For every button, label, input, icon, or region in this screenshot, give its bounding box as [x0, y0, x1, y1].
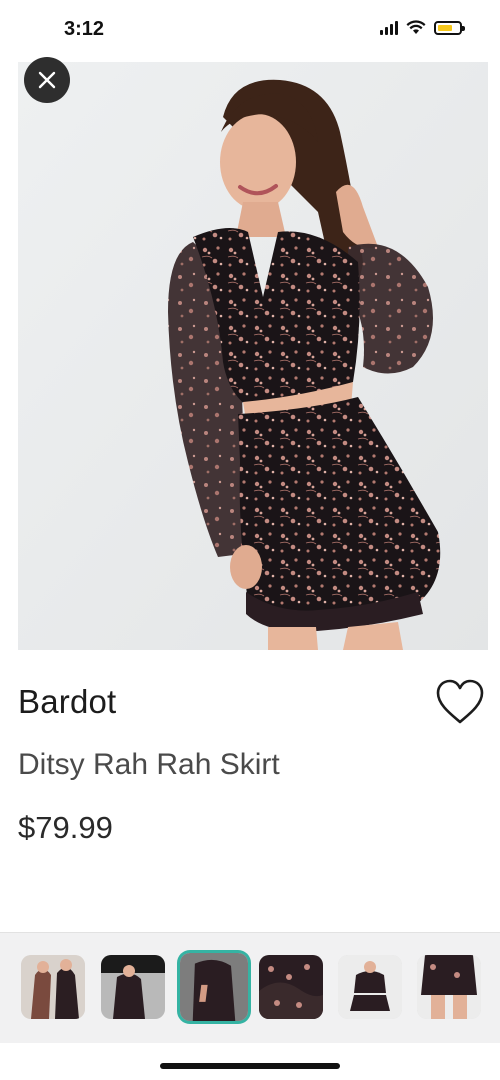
battery-charging-icon	[434, 20, 465, 35]
status-bar: 3:12	[0, 0, 500, 60]
status-icons	[380, 20, 465, 35]
brand-name[interactable]: Bardot	[18, 683, 116, 721]
product-photo[interactable]	[18, 62, 488, 650]
thumbnail-4[interactable]	[259, 955, 323, 1019]
close-icon	[38, 71, 56, 89]
thumbnail-5[interactable]	[338, 955, 402, 1019]
product-price: $79.99	[18, 810, 113, 845]
thumbnail-3[interactable]	[180, 953, 248, 1021]
thumbnail-6[interactable]	[417, 955, 481, 1019]
thumbnail-strip[interactable]	[0, 932, 500, 1043]
status-time: 3:12	[64, 18, 105, 40]
home-indicator	[160, 1063, 340, 1069]
product-title: Ditsy Rah Rah Skirt	[18, 748, 280, 781]
close-button[interactable]	[24, 57, 70, 103]
heart-icon	[436, 679, 484, 724]
thumbnail-1[interactable]	[21, 955, 85, 1019]
wifi-icon	[406, 20, 426, 34]
signal-icon	[380, 20, 398, 35]
favorite-button[interactable]	[434, 678, 486, 726]
thumbnail-2[interactable]	[101, 955, 165, 1019]
